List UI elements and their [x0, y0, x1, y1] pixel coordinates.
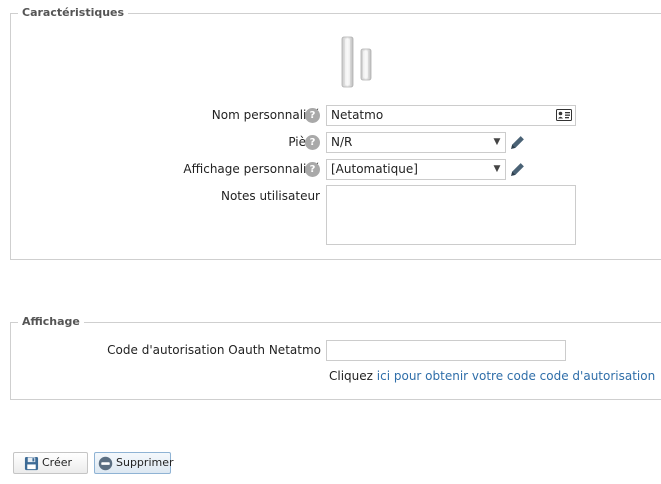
- affichage-label: Affichage personnalisé: [183, 162, 320, 176]
- help-icon[interactable]: ?: [305, 162, 320, 177]
- create-button[interactable]: Créer: [13, 452, 88, 474]
- caracteristiques-legend: Caractéristiques: [18, 6, 129, 20]
- pencil-icon[interactable]: [509, 161, 526, 178]
- code-label: Code d'autorisation Oauth Netatmo: [107, 343, 321, 357]
- help-icon[interactable]: ?: [305, 135, 320, 150]
- notes-label: Notes utilisateur: [220, 189, 320, 203]
- delete-button[interactable]: Supprimer: [94, 452, 174, 474]
- id-card-icon[interactable]: [556, 109, 572, 121]
- notes-textarea[interactable]: [326, 185, 576, 245]
- chevron-down-icon[interactable]: ▼: [489, 133, 505, 152]
- help-icon[interactable]: ?: [305, 108, 320, 123]
- piece-select[interactable]: N/R ▼: [326, 132, 506, 153]
- nom-input[interactable]: Netatmo: [326, 105, 576, 126]
- minus-circle-icon: [98, 456, 113, 471]
- pencil-icon[interactable]: [509, 134, 526, 151]
- oauth-link[interactable]: ici pour obtenir votre code code d'autor…: [377, 369, 655, 383]
- create-label: Créer: [42, 456, 73, 469]
- floppy-disk-icon: [24, 456, 39, 471]
- netatmo-device-icon: [341, 36, 372, 88]
- affichage-select[interactable]: [Automatique] ▼: [326, 159, 506, 180]
- code-input[interactable]: [326, 340, 566, 361]
- affichage-value: [Automatique]: [331, 162, 418, 176]
- affichage-legend: Affichage: [18, 315, 84, 329]
- hint-text: Cliquez ici pour obtenir votre code code…: [329, 368, 655, 384]
- chevron-down-icon[interactable]: ▼: [489, 160, 505, 179]
- affichage-fieldset: Affichage: [10, 315, 661, 400]
- nom-label: Nom personnalisé: [211, 108, 320, 122]
- nom-value: Netatmo: [331, 108, 384, 122]
- hint-prefix: Cliquez: [329, 369, 373, 383]
- piece-value: N/R: [331, 135, 353, 149]
- delete-label: Supprimer: [116, 456, 174, 469]
